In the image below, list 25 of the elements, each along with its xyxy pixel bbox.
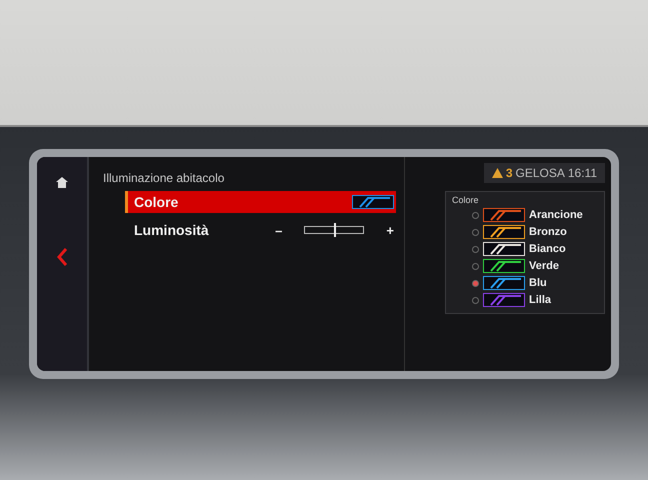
menu-item[interactable]: Luminosità – + [125,219,396,241]
radio-button[interactable] [472,212,479,218]
location-text: GELOSA [516,166,565,180]
clock: 16:11 [568,166,597,180]
color-option-label[interactable]: Bronzo [529,226,567,238]
radio-button[interactable] [472,246,479,252]
brightness-slider[interactable] [304,226,364,234]
radio-button[interactable] [472,228,479,236]
warning-count: 3 [506,166,512,180]
menu-item[interactable]: Colore [125,191,396,213]
color-option-label[interactable]: Arancione [529,209,583,221]
screen-title: Illuminazione abitacolo [103,171,226,185]
color-option-label[interactable]: Verde [529,260,559,272]
color-option-label[interactable]: Bianco [529,243,566,255]
panel-title: Colore [452,195,480,205]
color-option-label[interactable]: Lilla [529,294,552,306]
radio-button[interactable] [472,280,479,286]
radio-button[interactable] [472,296,479,304]
radio-button[interactable] [472,262,479,270]
minus-sign[interactable]: – [275,222,282,238]
color-option-label[interactable]: Blu [529,277,547,289]
plus-sign[interactable]: + [386,222,394,238]
back-chevron-icon[interactable] [57,248,67,266]
warning-icon [492,168,503,178]
home-icon[interactable] [56,177,68,188]
